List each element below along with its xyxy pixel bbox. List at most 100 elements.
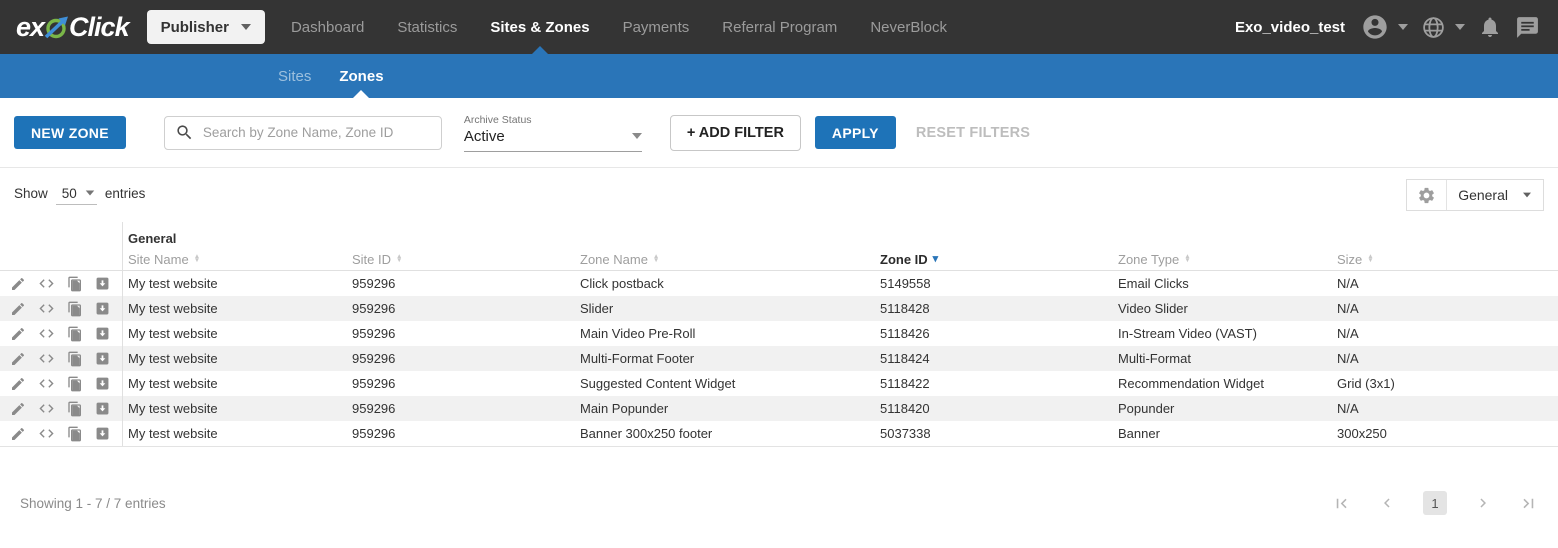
cell-site-id: 959296	[346, 376, 574, 391]
cell-site-name: My test website	[122, 351, 346, 366]
pencil-icon	[10, 326, 26, 342]
nav-item-dashboard[interactable]: Dashboard	[291, 0, 364, 54]
page-size-select[interactable]: 50	[56, 186, 97, 205]
cell-zone-type: In-Stream Video (VAST)	[1112, 326, 1331, 341]
search-input[interactable]	[203, 125, 431, 140]
edit-zone-button[interactable]	[10, 301, 26, 317]
nav-item-payments[interactable]: Payments	[623, 0, 690, 54]
first-page-button[interactable]	[1332, 494, 1351, 513]
duplicate-zone-button[interactable]	[67, 426, 83, 442]
zone-search[interactable]	[164, 116, 442, 150]
edit-zone-button[interactable]	[10, 376, 26, 392]
cell-zone-id: 5149558	[874, 276, 1112, 291]
get-code-button[interactable]	[38, 375, 55, 392]
cell-site-id: 959296	[346, 326, 574, 341]
notifications-button[interactable]	[1478, 15, 1502, 39]
column-header-zone-id[interactable]: Zone ID ▾	[874, 252, 1112, 267]
duplicate-zone-button[interactable]	[67, 376, 83, 392]
messages-button[interactable]	[1515, 15, 1540, 40]
table-row: My test website 959296 Slider 5118428 Vi…	[0, 296, 1558, 321]
archive-status-label: Archive Status	[464, 114, 642, 126]
next-page-button[interactable]	[1474, 494, 1492, 512]
get-code-button[interactable]	[38, 400, 55, 417]
get-code-button[interactable]	[38, 275, 55, 292]
tab-sites[interactable]: Sites	[278, 54, 311, 98]
cell-zone-type: Recommendation Widget	[1112, 376, 1331, 391]
archive-zone-button[interactable]	[95, 326, 110, 341]
gear-icon[interactable]	[1417, 186, 1436, 205]
duplicate-zone-button[interactable]	[67, 301, 83, 317]
edit-zone-button[interactable]	[10, 276, 26, 292]
account-menu-button[interactable]	[1361, 13, 1408, 41]
column-header-site-name[interactable]: Site Name ▲▼	[122, 252, 346, 267]
last-page-button[interactable]	[1519, 494, 1538, 513]
get-code-button[interactable]	[38, 425, 55, 442]
archive-status-select[interactable]: Archive Status Active	[464, 114, 642, 152]
pencil-icon	[10, 301, 26, 317]
archive-zone-button[interactable]	[95, 401, 110, 416]
row-actions	[0, 350, 122, 367]
get-code-button[interactable]	[38, 350, 55, 367]
new-zone-button[interactable]: NEW ZONE	[14, 116, 126, 149]
archive-zone-button[interactable]	[95, 376, 110, 391]
column-header-site-id[interactable]: Site ID ▲▼	[346, 252, 574, 267]
archive-zone-button[interactable]	[95, 426, 110, 441]
copy-icon	[67, 401, 83, 417]
get-code-button[interactable]	[38, 325, 55, 342]
edit-zone-button[interactable]	[10, 401, 26, 417]
previous-page-button[interactable]	[1378, 494, 1396, 512]
archive-zone-button[interactable]	[95, 351, 110, 366]
chevron-down-icon	[86, 190, 95, 195]
code-icon	[38, 325, 55, 342]
column-header-zone-name[interactable]: Zone Name ▲▼	[574, 252, 874, 267]
archive-icon	[95, 401, 110, 416]
row-actions	[0, 400, 122, 417]
cell-zone-id: 5118426	[874, 326, 1112, 341]
column-header-size[interactable]: Size ▲▼	[1331, 252, 1558, 267]
column-header-zone-type[interactable]: Zone Type ▲▼	[1112, 252, 1331, 267]
entries-label: entries	[105, 186, 146, 201]
table-row: My test website 959296 Banner 300x250 fo…	[0, 421, 1558, 446]
exoclick-logo[interactable]: ex Click	[16, 11, 129, 43]
nav-item-neverblock[interactable]: NeverBlock	[870, 0, 947, 54]
cell-zone-name: Banner 300x250 footer	[574, 426, 874, 441]
edit-zone-button[interactable]	[10, 426, 26, 442]
apply-button[interactable]: APPLY	[815, 116, 896, 149]
edit-zone-button[interactable]	[10, 326, 26, 342]
reset-filters-button[interactable]: RESET FILTERS	[916, 125, 1030, 141]
duplicate-zone-button[interactable]	[67, 401, 83, 417]
sort-icon: ▲▼	[1184, 255, 1190, 264]
cell-zone-type: Email Clicks	[1112, 276, 1331, 291]
group-header-label: General	[122, 231, 1558, 248]
cell-size: N/A	[1331, 301, 1558, 316]
column-preset-value: General	[1458, 187, 1508, 203]
cell-site-name: My test website	[122, 301, 346, 316]
archive-icon	[95, 376, 110, 391]
avatar-icon	[1361, 13, 1389, 41]
duplicate-zone-button[interactable]	[67, 351, 83, 367]
cell-zone-type: Video Slider	[1112, 301, 1331, 316]
column-preset-selector[interactable]: General	[1406, 179, 1544, 211]
copy-icon	[67, 276, 83, 292]
archive-icon	[95, 301, 110, 316]
nav-item-statistics[interactable]: Statistics	[397, 0, 457, 54]
current-page-indicator[interactable]: 1	[1423, 491, 1447, 515]
language-menu-button[interactable]	[1421, 15, 1465, 40]
archive-zone-button[interactable]	[95, 276, 110, 291]
cell-zone-name: Multi-Format Footer	[574, 351, 874, 366]
add-filter-button[interactable]: + ADD FILTER	[670, 115, 801, 151]
edit-zone-button[interactable]	[10, 351, 26, 367]
duplicate-zone-button[interactable]	[67, 326, 83, 342]
nav-item-sites-zones[interactable]: Sites & Zones	[490, 0, 589, 54]
nav-item-referral-program[interactable]: Referral Program	[722, 0, 837, 54]
cell-size: N/A	[1331, 401, 1558, 416]
get-code-button[interactable]	[38, 300, 55, 317]
role-selector-button[interactable]: Publisher	[147, 10, 265, 44]
copy-icon	[67, 351, 83, 367]
duplicate-zone-button[interactable]	[67, 276, 83, 292]
tab-zones[interactable]: Zones	[339, 54, 383, 98]
cell-zone-id: 5118422	[874, 376, 1112, 391]
archive-zone-button[interactable]	[95, 301, 110, 316]
sort-icon: ▲▼	[396, 255, 402, 264]
pencil-icon	[10, 376, 26, 392]
